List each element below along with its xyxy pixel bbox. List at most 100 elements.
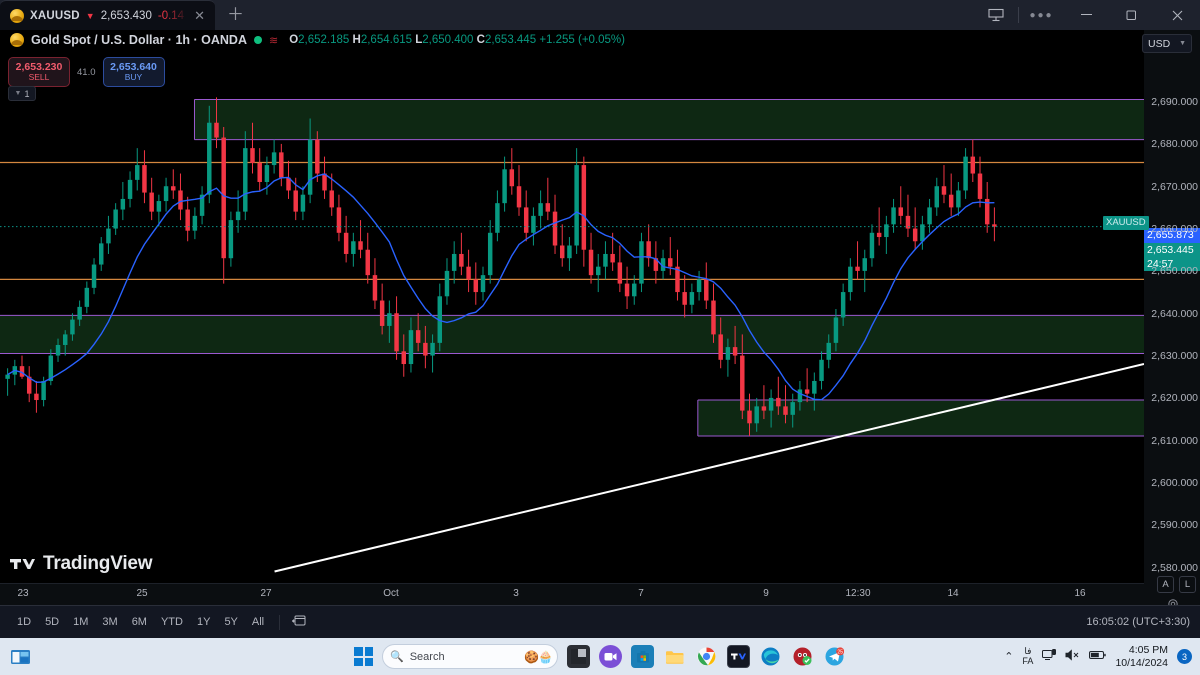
range-button-1d[interactable]: 1D — [10, 613, 38, 631]
price-chart-svg — [0, 30, 1144, 583]
chevron-down-icon: ▼ — [1179, 40, 1186, 47]
windows-start-icon[interactable] — [354, 647, 373, 666]
more-options-icon[interactable]: ●●● — [1019, 0, 1064, 30]
time-tick-label: 14 — [947, 588, 959, 599]
supply-zone-upper — [193, 98, 1144, 141]
close-icon[interactable]: ✕ — [190, 8, 209, 24]
gold-symbol-icon — [10, 33, 24, 47]
tradingview-logo-icon — [10, 559, 35, 569]
range-button-3m[interactable]: 3M — [95, 613, 124, 631]
time-tick-label: 3 — [513, 588, 519, 599]
price-tick-label: 2,670.000 — [1151, 180, 1198, 193]
app-microsoft-edge-icon[interactable] — [759, 645, 782, 668]
watermark-text: TradingView — [43, 553, 153, 574]
demand-zone-mid — [0, 314, 1144, 354]
app-tradingview-icon[interactable] — [727, 645, 750, 668]
app-telegram-icon[interactable]: 25 — [823, 645, 846, 668]
chevron-down-icon: ▼ — [14, 90, 22, 97]
battery-icon[interactable] — [1089, 650, 1107, 663]
network-icon[interactable] — [1042, 649, 1057, 664]
sell-label: SELL — [28, 72, 50, 83]
gold-symbol-icon — [10, 8, 24, 23]
buy-button[interactable]: 2,653.640 BUY — [102, 57, 165, 87]
search-placeholder: Search — [409, 650, 445, 663]
quantity-value: 1 — [24, 88, 30, 99]
range-buttons: 1D 5D 1M 3M 6M YTD 1Y 5Y All — [10, 613, 271, 631]
price-scale[interactable]: 2,655.873 2,653.445 24:57 2,690.000 2,680… — [1144, 55, 1200, 583]
tab-text-fade — [162, 1, 189, 31]
price-tick-label: 2,580.000 — [1151, 561, 1198, 574]
maximize-icon[interactable] — [1109, 0, 1154, 30]
notification-badge[interactable]: 3 — [1177, 649, 1192, 664]
ohlc-readout: O2,652.185 H2,654.615 L2,650.400 C2,653.… — [289, 34, 625, 46]
ohlc-high-label: H — [352, 34, 361, 46]
taskbar-time: 4:05 PM — [1128, 644, 1168, 657]
price-tick-label: 2,640.000 — [1151, 307, 1198, 320]
task-view-icon — [11, 649, 30, 664]
range-button-6m[interactable]: 6M — [125, 613, 154, 631]
time-tick-label: 12:30 — [845, 588, 871, 599]
time-tick-label: 27 — [260, 588, 272, 599]
ohlc-change-value: +1.255 (+0.05%) — [539, 34, 625, 46]
price-tick-label: 2,590.000 — [1151, 519, 1198, 532]
spread-value: 41.0 — [77, 66, 96, 78]
page-title[interactable]: Gold Spot / U.S. Dollar · 1h · OANDA — [31, 33, 247, 47]
range-button-5d[interactable]: 5D — [38, 613, 66, 631]
log-scale-button[interactable]: L — [1179, 576, 1196, 593]
ohlc-high-value: 2,654.615 — [360, 34, 413, 46]
ohlc-low-value: 2,650.400 — [422, 34, 474, 46]
taskbar-date: 10/14/2024 — [1115, 656, 1168, 669]
chart-tab-xauusd[interactable]: XAUUSD ▼ 2,653.430 -0.14 ✕ — [0, 0, 215, 31]
app-file-explorer-icon[interactable] — [663, 645, 686, 668]
price-tick-label: 2,620.000 — [1151, 392, 1198, 405]
tab-symbol-label: XAUUSD — [30, 9, 80, 22]
sell-button[interactable]: 2,653.230 SELL — [8, 57, 70, 87]
range-button-all[interactable]: All — [245, 613, 271, 631]
new-tab-button[interactable]: ＋ — [215, 0, 256, 30]
task-view-button[interactable] — [10, 648, 31, 666]
buy-label: BUY — [124, 72, 143, 83]
language-code: FA — [1022, 655, 1034, 666]
app-antivirus-icon[interactable] — [791, 645, 814, 668]
search-emoji-icons: 🍪🧁 — [524, 649, 553, 664]
ohlc-open-value: 2,652.185 — [298, 34, 350, 46]
divider — [279, 614, 281, 630]
app-google-chrome-icon[interactable] — [695, 645, 718, 668]
svg-text:25: 25 — [837, 649, 843, 655]
price-tick-label: 2,690.000 — [1151, 95, 1198, 108]
range-button-5y[interactable]: 5Y — [217, 613, 244, 631]
layout-icon[interactable] — [973, 0, 1018, 30]
bottom-toolbar: 1D 5D 1M 3M 6M YTD 1Y 5Y All 16:05:02 (UTC+3:30) — [0, 605, 1200, 638]
calendar-range-icon[interactable] — [288, 614, 310, 630]
quantity-stepper[interactable]: ▼ 1 — [8, 86, 36, 101]
range-button-1m[interactable]: 1M — [66, 613, 95, 631]
chart-canvas[interactable] — [0, 30, 1144, 583]
price-tick-label: 2,650.000 — [1151, 265, 1198, 278]
minimize-icon[interactable] — [1064, 0, 1109, 30]
range-button-ytd[interactable]: YTD — [154, 613, 190, 631]
app-file-explorer-dark-icon[interactable] — [567, 645, 590, 668]
volume-muted-icon[interactable] — [1065, 649, 1080, 664]
time-tick-label: 25 — [136, 588, 148, 599]
time-scale[interactable]: 23 25 27 Oct 3 7 9 12:30 14 16 — [0, 583, 1144, 605]
range-button-1y[interactable]: 1Y — [190, 613, 217, 631]
ohlc-close-label: C — [476, 34, 485, 46]
time-tick-label: 9 — [763, 588, 769, 599]
close-icon[interactable] — [1154, 0, 1200, 30]
price-tick-label: 2,610.000 — [1151, 434, 1198, 447]
app-microsoft-store-icon[interactable] — [631, 645, 654, 668]
taskbar-clock[interactable]: 4:05 PM 10/14/2024 — [1115, 644, 1168, 668]
auto-scale-button[interactable]: A — [1157, 576, 1174, 593]
time-tick-label: Oct — [383, 588, 399, 599]
system-tray: ⌃ فا FA 4:05 PM 10/14/2024 3 — [1004, 644, 1192, 669]
search-input[interactable]: 🔍 Search 🍪🧁 — [382, 644, 558, 669]
order-widget: 2,653.230 SELL 41.0 2,653.640 BUY — [8, 57, 165, 87]
language-indicator[interactable]: فا FA — [1022, 646, 1034, 666]
app-zoom-icon[interactable] — [599, 645, 622, 668]
scale-controls: A L — [1157, 576, 1196, 593]
ohlc-close-value: 2,653.445 — [484, 34, 537, 46]
ohlc-open-label: O — [289, 34, 299, 46]
currency-selector[interactable]: USD ▼ — [1142, 34, 1192, 53]
chevron-up-icon[interactable]: ⌃ — [1004, 650, 1013, 663]
price-tick-label: 2,600.000 — [1151, 476, 1198, 489]
